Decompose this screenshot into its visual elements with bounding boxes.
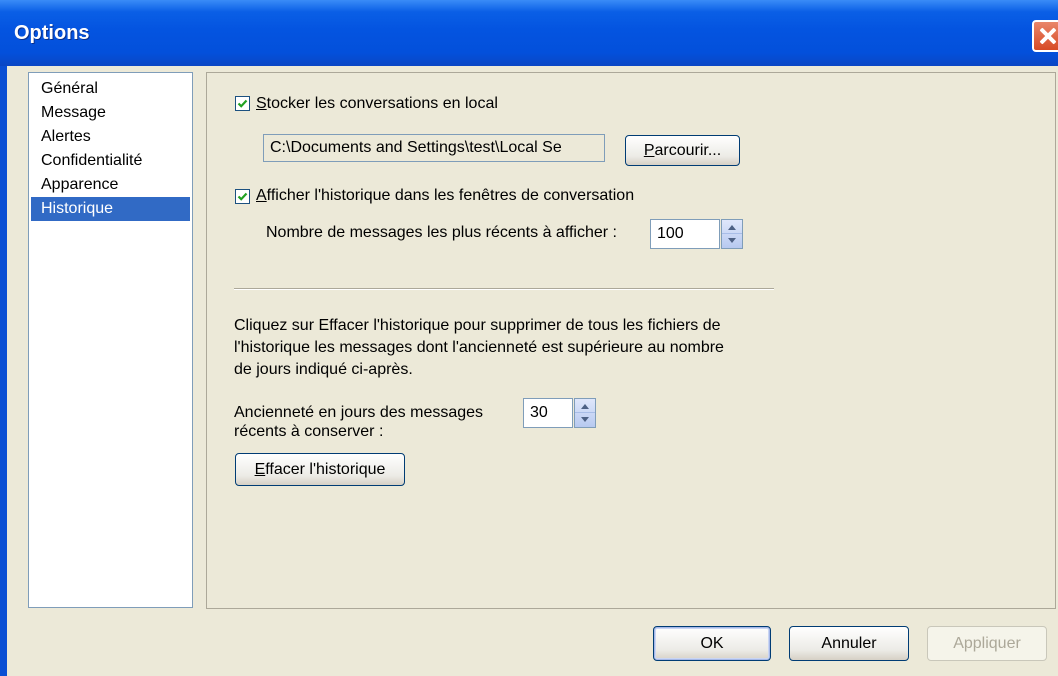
- chevron-down-icon: [728, 238, 736, 243]
- sidebar-item-alerts[interactable]: Alertes: [31, 125, 190, 149]
- sidebar-item-history[interactable]: Historique: [31, 197, 190, 221]
- stepper-down-button[interactable]: [722, 234, 742, 248]
- category-list[interactable]: Général Message Alertes Confidentialité …: [28, 72, 193, 608]
- retention-days-input[interactable]: 30: [523, 398, 573, 428]
- section-divider: [234, 288, 774, 290]
- retention-days-label: Ancienneté en jours des messages récents…: [234, 403, 483, 441]
- checkmark-icon: [237, 192, 248, 201]
- history-folder-path: C:\Documents and Settings\test\Local Se: [263, 134, 605, 162]
- checkmark-icon: [237, 99, 248, 108]
- sidebar-item-general[interactable]: Général: [31, 77, 190, 101]
- close-icon[interactable]: [1032, 20, 1058, 52]
- sidebar-item-message[interactable]: Message: [31, 101, 190, 125]
- recent-count-label: Nombre de messages les plus récents à af…: [266, 224, 617, 241]
- show-history-checkbox[interactable]: [235, 189, 250, 204]
- store-local-label[interactable]: Stocker les conversations en local: [256, 95, 498, 113]
- window-title: Options: [14, 22, 90, 44]
- cancel-button[interactable]: Annuler: [789, 626, 909, 661]
- retention-days-stepper[interactable]: [574, 398, 596, 428]
- clear-history-description: Cliquez sur Effacer l'historique pour su…: [234, 315, 724, 381]
- description-line: Cliquez sur Effacer l'historique pour su…: [234, 317, 721, 334]
- chevron-down-icon: [581, 417, 589, 422]
- store-local-checkbox[interactable]: [235, 96, 250, 111]
- stepper-down-button[interactable]: [575, 413, 595, 427]
- description-line: de jours indiqué ci-après.: [234, 361, 413, 378]
- sidebar-item-privacy[interactable]: Confidentialité: [31, 149, 190, 173]
- retention-label-line: récents à conserver :: [234, 423, 384, 440]
- recent-count-stepper[interactable]: [721, 219, 743, 249]
- retention-label-line: Ancienneté en jours des messages: [234, 404, 484, 421]
- window-frame: [0, 66, 7, 676]
- sidebar-item-appearance[interactable]: Apparence: [31, 173, 190, 197]
- recent-count-input[interactable]: 100: [650, 219, 720, 249]
- ok-button[interactable]: OK: [653, 626, 771, 661]
- stepper-up-button[interactable]: [722, 220, 742, 234]
- clear-history-button[interactable]: Effacer l'historique: [235, 453, 405, 486]
- chevron-up-icon: [581, 404, 589, 409]
- show-history-label[interactable]: Afficher l'historique dans les fenêtres …: [256, 187, 634, 205]
- description-line: l'historique les messages dont l'ancienn…: [234, 339, 724, 356]
- browse-button[interactable]: Parcourir...: [625, 135, 740, 166]
- apply-button[interactable]: Appliquer: [927, 626, 1047, 661]
- stepper-up-button[interactable]: [575, 399, 595, 413]
- title-bar: Options: [0, 0, 1058, 66]
- chevron-up-icon: [728, 225, 736, 230]
